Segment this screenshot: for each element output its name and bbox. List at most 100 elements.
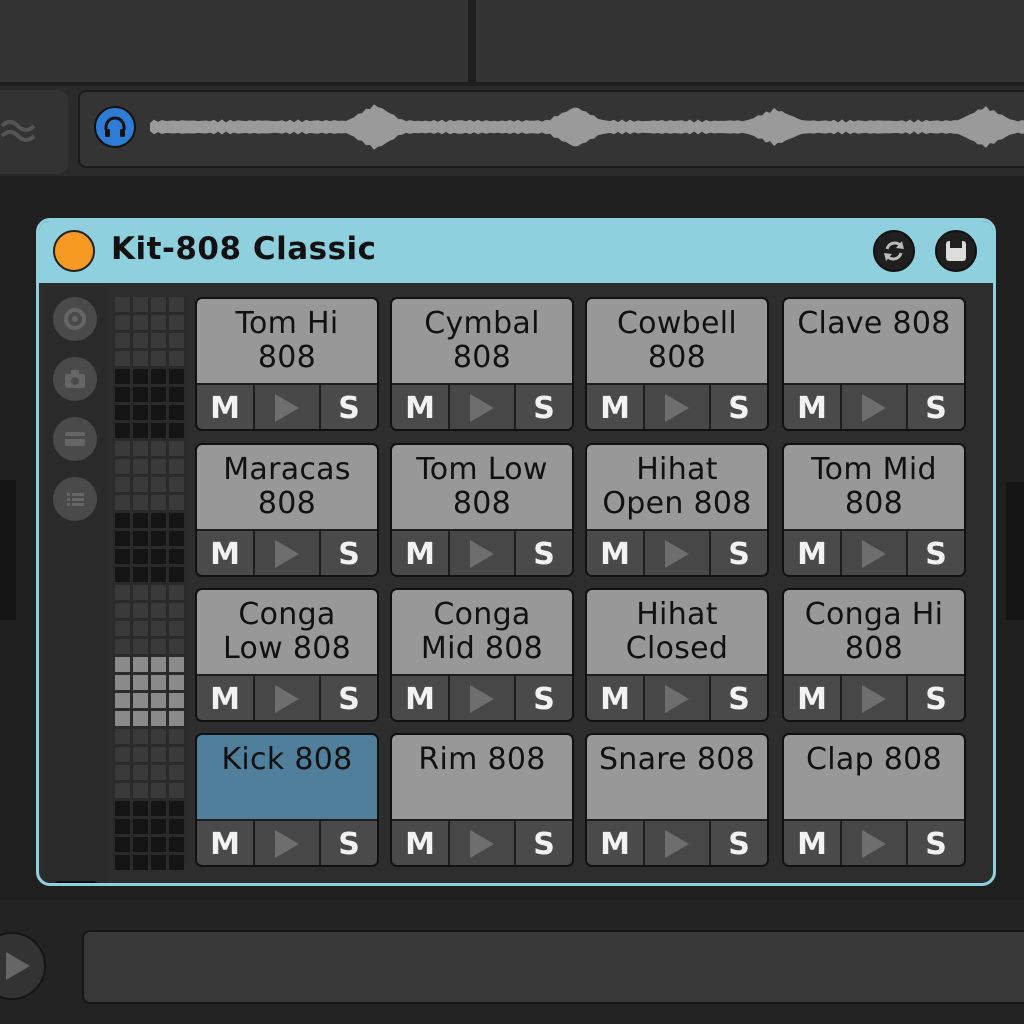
drum-pad[interactable]: Hihat Closed M S	[585, 588, 769, 722]
play-icon	[862, 685, 886, 713]
pad-play-button[interactable]	[645, 676, 709, 720]
pad-play-button[interactable]	[450, 385, 514, 429]
pad-play-button[interactable]	[255, 676, 319, 720]
bank-cell	[169, 819, 184, 834]
pad-play-button[interactable]	[450, 821, 514, 865]
pad-play-button[interactable]	[255, 821, 319, 865]
pad-solo-button[interactable]: S	[321, 821, 377, 865]
pad-solo-button[interactable]: S	[711, 676, 767, 720]
wave-view-button[interactable]	[0, 90, 68, 174]
pad-play-button[interactable]	[450, 531, 514, 575]
save-icon[interactable]	[935, 230, 977, 272]
pad-mute-button[interactable]: M	[587, 385, 643, 429]
pad-mute-button[interactable]: M	[784, 531, 840, 575]
pad-play-button[interactable]	[645, 531, 709, 575]
list-icon[interactable]	[53, 477, 97, 521]
drum-pad[interactable]: Snare 808 M S	[585, 733, 769, 867]
pad-mute-button[interactable]: M	[197, 385, 253, 429]
pad-mute-button[interactable]: M	[587, 531, 643, 575]
drum-pad[interactable]: Tom Mid 808 M S	[782, 443, 966, 577]
bank-cell	[169, 729, 184, 744]
wave-icon	[0, 120, 36, 142]
pad-mute-button[interactable]: M	[392, 821, 448, 865]
drum-pad[interactable]: Clap 808 M S	[782, 733, 966, 867]
bank-cell	[115, 711, 130, 726]
pad-solo-button[interactable]: S	[516, 531, 572, 575]
pad-bank-overview[interactable]	[113, 297, 187, 870]
bank-cell	[151, 657, 166, 672]
waveform	[150, 104, 1024, 150]
headphones-icon[interactable]	[94, 106, 136, 148]
drum-pad[interactable]: Conga Low 808 M S	[195, 588, 379, 722]
drum-pad[interactable]: Cymbal 808 M S	[390, 297, 574, 431]
pad-solo-button[interactable]: S	[516, 385, 572, 429]
drum-pad[interactable]: Conga Hi 808 M S	[782, 588, 966, 722]
pad-mute-button[interactable]: M	[392, 531, 448, 575]
drum-pad[interactable]: Kick 808 M S	[195, 733, 379, 867]
device-power-button[interactable]	[53, 230, 95, 272]
pad-solo-button[interactable]: S	[908, 531, 964, 575]
pad-mute-button[interactable]: M	[197, 676, 253, 720]
bottom-clip-box[interactable]	[82, 930, 1024, 1004]
drum-pad[interactable]: Rim 808 M S	[390, 733, 574, 867]
bank-cell	[169, 567, 184, 582]
pad-mute-button[interactable]: M	[392, 676, 448, 720]
card-icon[interactable]	[53, 417, 97, 461]
pad-name: Conga Mid 808	[392, 590, 572, 674]
pad-solo-button[interactable]: S	[516, 676, 572, 720]
pad-solo-button[interactable]: S	[321, 676, 377, 720]
pad-play-button[interactable]	[842, 821, 906, 865]
pad-solo-button[interactable]: S	[516, 821, 572, 865]
drum-pad[interactable]: Maracas 808 M S	[195, 443, 379, 577]
play-view-icon[interactable]	[55, 881, 97, 883]
camera-icon[interactable]	[53, 357, 97, 401]
pad-play-button[interactable]	[255, 531, 319, 575]
pad-solo-button[interactable]: S	[321, 531, 377, 575]
pad-solo-button[interactable]: S	[908, 676, 964, 720]
pad-solo-button[interactable]: S	[711, 821, 767, 865]
pad-name: Tom Mid 808	[784, 445, 964, 529]
pad-mute-button[interactable]: M	[197, 821, 253, 865]
pad-play-button[interactable]	[255, 385, 319, 429]
bank-cell	[151, 675, 166, 690]
drum-pad[interactable]: Hihat Open 808 M S	[585, 443, 769, 577]
pad-play-button[interactable]	[842, 385, 906, 429]
drum-pad[interactable]: Conga Mid 808 M S	[390, 588, 574, 722]
pad-mute-button[interactable]: M	[392, 385, 448, 429]
play-icon	[665, 830, 689, 858]
bank-cell	[133, 441, 148, 456]
pad-solo-button[interactable]: S	[711, 385, 767, 429]
pad-controls: MS	[784, 385, 964, 429]
drum-pad[interactable]: Tom Low 808 M S	[390, 443, 574, 577]
drum-pad[interactable]: Tom Hi 808 M S	[195, 297, 379, 431]
bank-cell	[169, 441, 184, 456]
pad-mute-button[interactable]: M	[784, 821, 840, 865]
drum-pad[interactable]: Cowbell 808 M S	[585, 297, 769, 431]
pad-mute-button[interactable]: M	[784, 676, 840, 720]
pad-play-button[interactable]	[450, 676, 514, 720]
drum-pad[interactable]: Clave 808 M S	[782, 297, 966, 431]
pad-play-button[interactable]	[645, 821, 709, 865]
pad-mute-button[interactable]: M	[587, 676, 643, 720]
bank-cell	[115, 621, 130, 636]
pad-name: Cowbell 808	[587, 299, 767, 383]
pad-mute-button[interactable]: M	[197, 531, 253, 575]
pad-solo-button[interactable]: S	[908, 821, 964, 865]
play-icon	[862, 540, 886, 568]
bank-cell	[151, 765, 166, 780]
bank-cell	[115, 675, 130, 690]
bank-cell	[169, 315, 184, 330]
preset-icon[interactable]	[53, 297, 97, 341]
pad-play-button[interactable]	[645, 385, 709, 429]
pad-mute-button[interactable]: M	[784, 385, 840, 429]
pad-mute-button[interactable]: M	[587, 821, 643, 865]
pad-play-button[interactable]	[842, 531, 906, 575]
pad-name: Hihat Closed	[587, 590, 767, 674]
pad-solo-button[interactable]: S	[711, 531, 767, 575]
pad-controls: MS	[197, 676, 377, 720]
bank-cell	[115, 729, 130, 744]
pad-solo-button[interactable]: S	[321, 385, 377, 429]
pad-solo-button[interactable]: S	[908, 385, 964, 429]
hot-swap-icon[interactable]	[873, 230, 915, 272]
pad-play-button[interactable]	[842, 676, 906, 720]
